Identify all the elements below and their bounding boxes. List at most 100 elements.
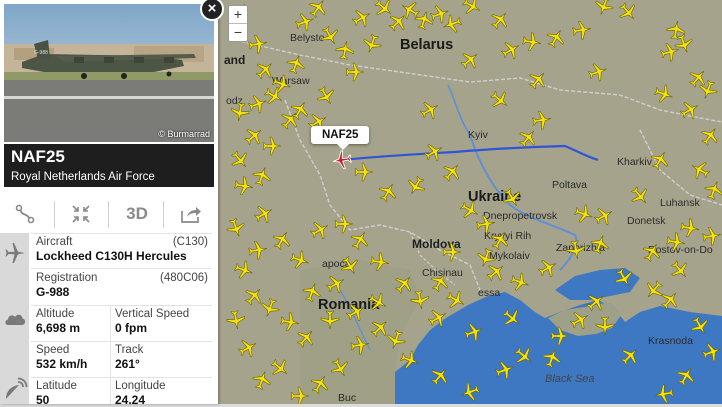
aircraft-marker[interactable] bbox=[310, 220, 330, 240]
aircraft-marker[interactable] bbox=[495, 360, 515, 380]
aircraft-marker[interactable] bbox=[676, 366, 696, 386]
aircraft-marker[interactable] bbox=[654, 384, 674, 404]
aircraft-marker[interactable] bbox=[394, 274, 414, 294]
aircraft-marker[interactable] bbox=[370, 252, 390, 272]
aircraft-marker[interactable] bbox=[588, 62, 608, 82]
aircraft-marker[interactable] bbox=[630, 186, 650, 206]
aircraft-marker[interactable] bbox=[290, 100, 310, 120]
aircraft-marker[interactable] bbox=[518, 128, 538, 148]
aircraft-marker[interactable] bbox=[330, 358, 350, 378]
aircraft-marker[interactable] bbox=[424, 142, 444, 162]
aircraft-marker[interactable] bbox=[442, 162, 462, 182]
aircraft-marker[interactable] bbox=[550, 326, 570, 346]
aircraft-marker[interactable] bbox=[302, 282, 322, 302]
aircraft-marker[interactable] bbox=[252, 166, 272, 186]
aircraft-marker[interactable] bbox=[420, 100, 440, 120]
aircraft-marker[interactable] bbox=[234, 260, 254, 280]
aircraft-marker[interactable] bbox=[362, 34, 382, 54]
aircraft-marker[interactable] bbox=[446, 290, 466, 310]
aircraft-marker[interactable] bbox=[254, 204, 274, 224]
aircraft-marker[interactable] bbox=[490, 10, 510, 30]
aircraft-marker[interactable] bbox=[698, 80, 718, 100]
aircraft-marker[interactable] bbox=[378, 182, 398, 202]
aircraft-marker[interactable] bbox=[614, 268, 634, 288]
aircraft-marker[interactable] bbox=[248, 34, 268, 54]
aircraft-marker[interactable] bbox=[570, 310, 590, 330]
aircraft-marker[interactable] bbox=[700, 126, 720, 146]
aircraft-marker[interactable] bbox=[400, 350, 420, 370]
aircraft-marker[interactable] bbox=[280, 312, 300, 332]
aircraft-marker[interactable] bbox=[654, 84, 674, 104]
aircraft-marker[interactable] bbox=[428, 308, 448, 328]
aircraft-marker[interactable] bbox=[430, 366, 450, 386]
aircraft-marker[interactable] bbox=[501, 40, 521, 60]
aircraft-marker[interactable] bbox=[490, 230, 510, 250]
zoom-in-button[interactable]: + bbox=[229, 6, 247, 23]
aircraft-marker[interactable] bbox=[230, 150, 250, 170]
share-button[interactable] bbox=[166, 195, 216, 233]
aircraft-marker[interactable] bbox=[286, 54, 306, 74]
aircraft-marker[interactable] bbox=[252, 370, 272, 390]
aircraft-marker[interactable] bbox=[320, 310, 340, 330]
aircraft-marker[interactable] bbox=[670, 260, 690, 280]
aircraft-marker[interactable] bbox=[354, 162, 374, 182]
aircraft-marker[interactable] bbox=[464, 322, 484, 342]
aircraft-marker[interactable] bbox=[290, 250, 310, 270]
aircraft-marker[interactable] bbox=[350, 335, 370, 355]
aircraft-marker[interactable] bbox=[642, 242, 662, 262]
aircraft-marker[interactable] bbox=[702, 226, 722, 246]
aircraft-marker[interactable] bbox=[290, 386, 310, 404]
aircraft-marker[interactable] bbox=[264, 86, 284, 106]
aircraft-marker[interactable] bbox=[594, 206, 614, 226]
aircraft-marker[interactable] bbox=[270, 358, 290, 378]
aircraft-marker[interactable] bbox=[572, 20, 592, 40]
aircraft-marker[interactable] bbox=[442, 242, 462, 262]
aircraft-marker[interactable] bbox=[238, 338, 258, 358]
aircraft-marker[interactable] bbox=[316, 86, 336, 106]
aircraft-marker[interactable] bbox=[345, 62, 365, 82]
aircraft-marker[interactable] bbox=[618, 2, 638, 22]
aircraft-marker[interactable] bbox=[460, 50, 480, 70]
aircraft-marker[interactable] bbox=[346, 302, 366, 322]
aircraft-marker[interactable] bbox=[476, 248, 496, 268]
aircraft-marker[interactable] bbox=[310, 374, 330, 394]
aircraft-marker[interactable] bbox=[542, 348, 562, 368]
aircraft-marker[interactable] bbox=[226, 310, 246, 330]
aircraft-marker[interactable] bbox=[308, 0, 328, 18]
aircraft-marker[interactable] bbox=[340, 256, 360, 276]
aircraft-marker[interactable] bbox=[680, 100, 700, 120]
aircraft-marker[interactable] bbox=[644, 280, 664, 300]
aircraft-marker[interactable] bbox=[595, 316, 615, 336]
aircraft-marker[interactable] bbox=[248, 240, 268, 260]
aircraft-marker[interactable] bbox=[650, 150, 670, 170]
collapse-view-button[interactable] bbox=[56, 195, 106, 233]
aircraft-marker[interactable] bbox=[230, 102, 250, 122]
aircraft-marker[interactable] bbox=[538, 258, 558, 278]
aircraft-marker[interactable] bbox=[532, 110, 552, 130]
aircraft-marker[interactable] bbox=[262, 136, 282, 156]
aircraft-marker[interactable] bbox=[528, 70, 548, 90]
aircraft-marker[interactable] bbox=[702, 342, 722, 362]
aircraft-marker[interactable] bbox=[460, 382, 480, 402]
aircraft-marker[interactable] bbox=[620, 346, 640, 366]
aircraft-marker[interactable] bbox=[590, 234, 610, 254]
aircraft-marker[interactable] bbox=[462, 0, 482, 16]
aircraft-marker[interactable] bbox=[368, 292, 388, 312]
selected-aircraft-marker[interactable] bbox=[332, 150, 352, 170]
aircraft-marker[interactable] bbox=[370, 318, 390, 338]
aircraft-marker[interactable] bbox=[704, 180, 722, 200]
aircraft-marker[interactable] bbox=[586, 292, 606, 312]
aircraft-marker[interactable] bbox=[594, 0, 614, 16]
aircraft-marker[interactable] bbox=[690, 160, 710, 180]
aircraft-marker[interactable] bbox=[502, 188, 522, 208]
aircraft-marker[interactable] bbox=[430, 272, 450, 292]
aircraft-marker[interactable] bbox=[502, 308, 522, 328]
aircraft-marker[interactable] bbox=[490, 90, 510, 110]
aircraft-marker[interactable] bbox=[326, 274, 346, 294]
aircraft-marker[interactable] bbox=[666, 232, 686, 252]
aircraft-marker[interactable] bbox=[406, 176, 426, 196]
route-button[interactable] bbox=[0, 195, 50, 233]
aircraft-marker[interactable] bbox=[234, 176, 254, 196]
3d-view-button[interactable]: 3D bbox=[112, 195, 162, 233]
aircraft-marker[interactable] bbox=[350, 230, 370, 250]
